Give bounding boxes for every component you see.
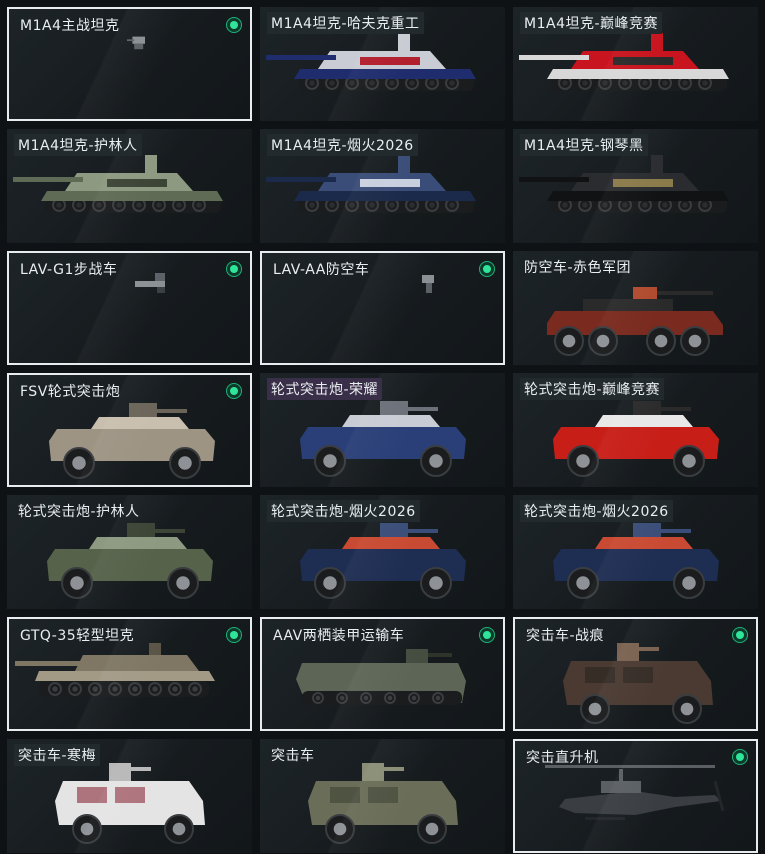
vehicle-card[interactable]: 突击直升机	[513, 739, 758, 853]
vehicle-name: 轮式突击炮-荣耀	[267, 378, 383, 400]
vehicle-card[interactable]: 突击车	[260, 739, 505, 853]
status-dot-icon	[226, 17, 242, 33]
vehicle-card[interactable]: 防空车-赤色军团	[513, 251, 758, 365]
vehicle-name: 突击车-寒梅	[14, 744, 101, 766]
vehicle-card[interactable]: 轮式突击炮-荣耀	[260, 373, 505, 487]
vehicle-name: M1A4主战坦克	[20, 18, 120, 34]
status-dot-icon	[479, 627, 495, 643]
status-dot-icon	[732, 749, 748, 765]
vehicle-card[interactable]: 突击车-战痕	[513, 617, 758, 731]
vehicle-grid: M1A4主战坦克 M1A4坦克-哈夫克重工 M1A4坦克-巅峰竞赛 M1A4坦克…	[0, 0, 765, 854]
vehicle-card[interactable]: M1A4主战坦克	[7, 7, 252, 121]
vehicle-name: M1A4坦克-护林人	[14, 134, 142, 156]
vehicle-name: M1A4坦克-哈夫克重工	[267, 12, 424, 34]
vehicle-card[interactable]: AAV两栖装甲运输车	[260, 617, 505, 731]
vehicle-name: M1A4坦克-烟火2026	[267, 134, 418, 156]
vehicle-name: M1A4坦克-巅峰竞赛	[520, 12, 663, 34]
vehicle-card[interactable]: 轮式突击炮-护林人	[7, 495, 252, 609]
vehicle-name: 突击车-战痕	[526, 628, 605, 644]
status-dot-icon	[479, 261, 495, 277]
vehicle-card[interactable]: GTQ-35轻型坦克	[7, 617, 252, 731]
vehicle-card[interactable]: 轮式突击炮-烟火2026	[260, 495, 505, 609]
vehicle-name: 轮式突击炮-烟火2026	[267, 500, 420, 522]
vehicle-name: 突击直升机	[526, 750, 599, 766]
vehicle-card[interactable]: LAV-G1步战车	[7, 251, 252, 365]
vehicle-card[interactable]: 突击车-寒梅	[7, 739, 252, 853]
vehicle-name: AAV两栖装甲运输车	[273, 628, 405, 644]
vehicle-card[interactable]: M1A4坦克-护林人	[7, 129, 252, 243]
vehicle-card[interactable]: 轮式突击炮-巅峰竞赛	[513, 373, 758, 487]
vehicle-name: 防空车-赤色军团	[524, 260, 632, 276]
vehicle-card[interactable]: M1A4坦克-哈夫克重工	[260, 7, 505, 121]
vehicle-name: GTQ-35轻型坦克	[20, 628, 135, 644]
status-dot-icon	[226, 261, 242, 277]
status-dot-icon	[732, 627, 748, 643]
vehicle-card[interactable]: M1A4坦克-烟火2026	[260, 129, 505, 243]
vehicle-name: LAV-G1步战车	[20, 262, 118, 278]
vehicle-card[interactable]: M1A4坦克-巅峰竞赛	[513, 7, 758, 121]
vehicle-card[interactable]: M1A4坦克-钢琴黑	[513, 129, 758, 243]
vehicle-card[interactable]: 轮式突击炮-烟火2026	[513, 495, 758, 609]
vehicle-card[interactable]: FSV轮式突击炮	[7, 373, 252, 487]
status-dot-icon	[226, 383, 242, 399]
vehicle-name: FSV轮式突击炮	[20, 384, 121, 400]
vehicle-name: 轮式突击炮-巅峰竞赛	[520, 378, 665, 400]
vehicle-card[interactable]: LAV-AA防空车	[260, 251, 505, 365]
vehicle-name: 轮式突击炮-烟火2026	[520, 500, 673, 522]
vehicle-name: 轮式突击炮-护林人	[18, 504, 140, 520]
vehicle-name: LAV-AA防空车	[273, 262, 370, 278]
status-dot-icon	[226, 627, 242, 643]
vehicle-name: M1A4坦克-钢琴黑	[520, 134, 648, 156]
vehicle-name: 突击车	[271, 748, 315, 764]
